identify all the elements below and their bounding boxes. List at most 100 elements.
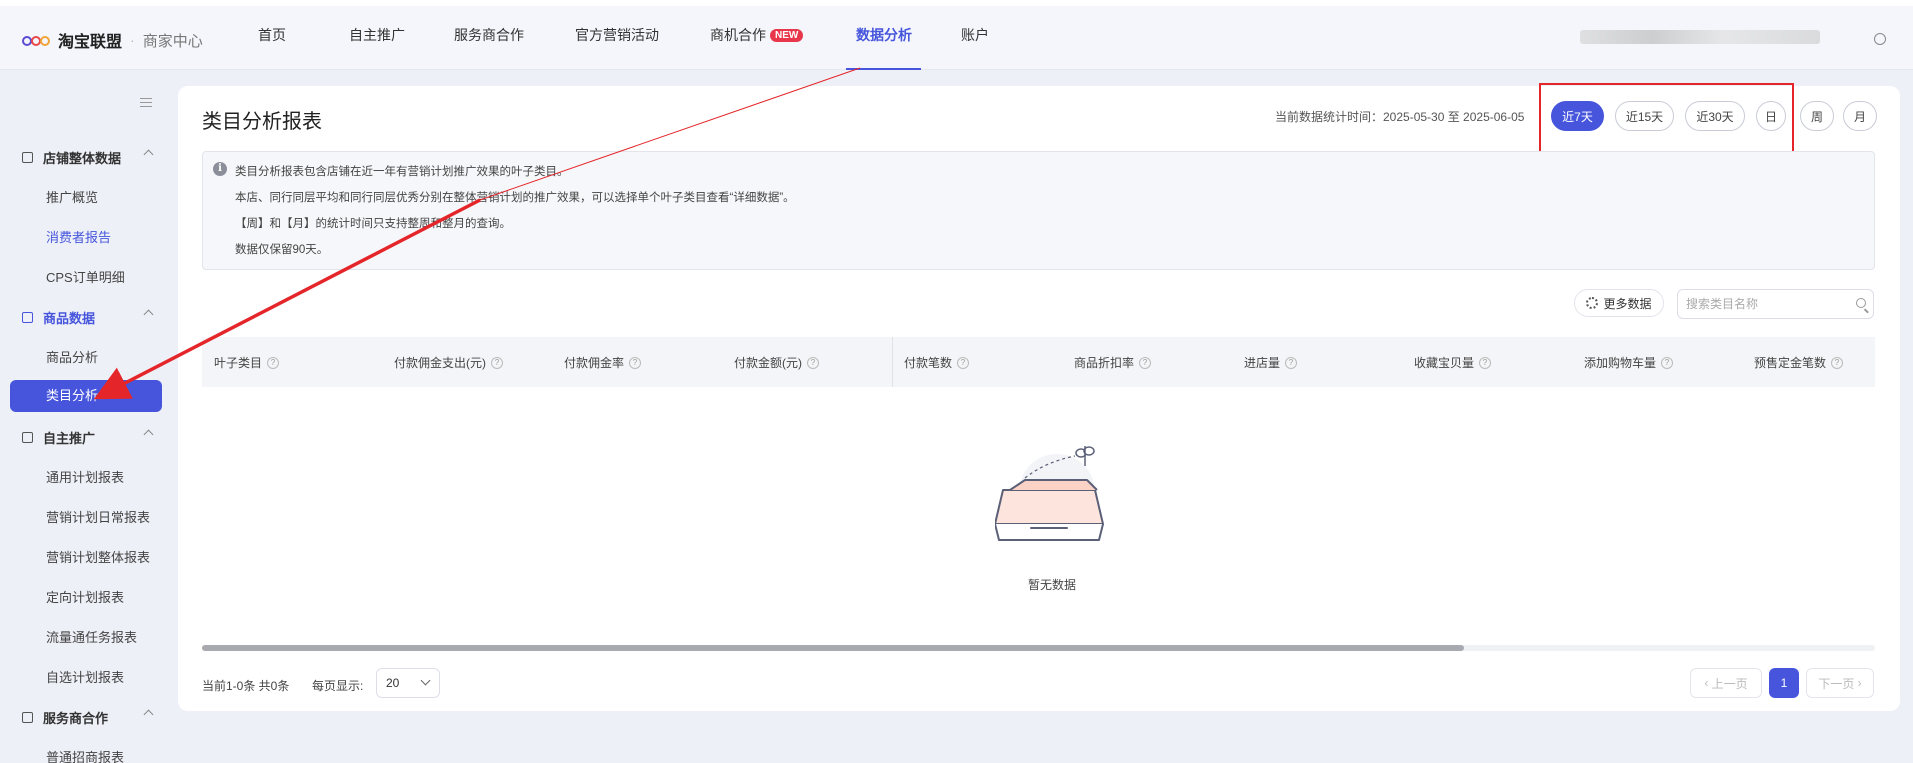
chevron-right-icon: ›	[1854, 676, 1862, 690]
more-data-button[interactable]: 更多数据	[1574, 289, 1664, 317]
column-header-label: 付款佣金支出(元)	[394, 356, 486, 370]
nav-service-partner-label: 服务商合作	[454, 27, 524, 43]
column-header[interactable]: 叶子类目?	[214, 354, 280, 371]
sidebar-item-traffic-task[interactable]: 流量通任务报表	[46, 627, 137, 646]
sidebar-item-recruit-report[interactable]: 普通招商报表	[46, 747, 124, 763]
fixed-column-divider	[892, 337, 893, 387]
search-icon[interactable]	[1856, 298, 1866, 308]
column-header[interactable]: 付款笔数?	[904, 354, 970, 371]
next-page-button[interactable]: 下一页 ›	[1806, 668, 1874, 698]
user-info-redacted[interactable]	[1580, 30, 1820, 44]
store-data-icon	[22, 152, 33, 163]
column-header[interactable]: 收藏宝贝量?	[1414, 354, 1492, 371]
new-badge: NEW	[770, 28, 804, 42]
sidebar-item-targeted-plan[interactable]: 定向计划报表	[46, 587, 124, 606]
column-header[interactable]: 付款金额(元)?	[734, 354, 819, 371]
range-week-button[interactable]: 周	[1800, 101, 1834, 131]
chevron-up-icon	[143, 149, 154, 160]
nav-business-opportunity-label: 商机合作	[710, 27, 766, 43]
nav-data-analysis[interactable]: 数据分析	[846, 0, 921, 70]
help-icon[interactable]: ?	[1479, 356, 1492, 369]
sidebar-item-campaign-daily[interactable]: 营销计划日常报表	[46, 507, 150, 526]
column-header-label: 收藏宝贝量	[1414, 356, 1475, 370]
sidebar-group-service-partner[interactable]: 服务商合作	[22, 708, 154, 727]
help-icon[interactable]: ?	[1285, 356, 1298, 369]
help-icon[interactable]: ?	[1661, 356, 1674, 369]
column-header-label: 商品折扣率	[1074, 356, 1135, 370]
column-header[interactable]: 商品折扣率?	[1074, 354, 1152, 371]
promotion-icon	[22, 432, 33, 443]
nav-self-promotion-label: 自主推广	[349, 27, 405, 43]
alimama-logo-icon	[22, 33, 52, 47]
sidebar-item-product-analysis[interactable]: 商品分析	[46, 347, 98, 366]
pagination-info: 当前1-0条 共0条	[202, 679, 290, 693]
menu-collapse-icon[interactable]	[140, 98, 152, 107]
main-nav: 首页 自主推广 服务商合作 官方营销活动 商机合作 NEW 数据分析 账户	[258, 0, 1041, 70]
sidebar-group-store-data[interactable]: 店铺整体数据	[22, 148, 154, 167]
empty-box-illustration	[995, 446, 1104, 541]
column-header[interactable]: 付款佣金支出(元)?	[394, 354, 503, 371]
page-number-1[interactable]: 1	[1769, 668, 1799, 698]
sidebar-group-label: 服务商合作	[43, 711, 109, 726]
help-icon[interactable]: ?	[629, 356, 642, 369]
user-menu-icon[interactable]	[1874, 33, 1886, 45]
column-header[interactable]: 进店量?	[1244, 354, 1298, 371]
sidebar-item-custom-plan[interactable]: 自选计划报表	[46, 667, 124, 686]
help-icon[interactable]: ?	[957, 356, 970, 369]
sidebar-item-category-analysis[interactable]: 类目分析	[10, 380, 162, 412]
gear-icon	[1586, 297, 1599, 309]
sidebar-group-label: 商品数据	[43, 311, 96, 326]
sidebar-item-cps-orders[interactable]: CPS订单明细	[46, 267, 125, 286]
horizontal-scrollbar-thumb[interactable]	[202, 645, 1464, 651]
category-search-input[interactable]	[1677, 289, 1874, 319]
column-header[interactable]: 付款佣金率?	[564, 354, 642, 371]
logo-text: 淘宝联盟	[58, 34, 123, 51]
notice-line: 类目分析报表包含店铺在近一年有营销计划推广效果的叶子类目。	[235, 166, 569, 178]
logo[interactable]: 淘宝联盟 · 商家中心	[22, 28, 203, 52]
page-size-select[interactable]: 20	[376, 668, 440, 698]
nav-account-label: 账户	[961, 27, 989, 43]
nav-service-partner[interactable]: 服务商合作	[454, 0, 525, 70]
nav-business-opportunity[interactable]: 商机合作 NEW	[710, 0, 806, 70]
help-icon[interactable]: ?	[1139, 356, 1152, 369]
nav-account[interactable]: 账户	[961, 0, 991, 70]
help-icon[interactable]: ?	[807, 356, 819, 369]
prev-page-button[interactable]: ‹ 上一页	[1690, 668, 1762, 698]
sidebar-group-self-promotion[interactable]: 自主推广	[22, 428, 154, 447]
chevron-up-icon	[143, 709, 154, 720]
info-notice: i 类目分析报表包含店铺在近一年有营销计划推广效果的叶子类目。 本店、同行同层平…	[202, 151, 1875, 270]
page-size-label: 每页显示:	[312, 679, 364, 693]
sidebar-item-general-plan[interactable]: 通用计划报表	[46, 467, 124, 486]
help-icon[interactable]: ?	[267, 356, 280, 369]
chevron-up-icon	[143, 429, 154, 440]
help-icon[interactable]: ?	[1831, 356, 1844, 369]
bag-icon	[22, 312, 33, 323]
prev-page-label: 上一页	[1711, 676, 1748, 691]
nav-home-label: 首页	[258, 27, 286, 43]
sidebar-item-overview[interactable]: 推广概览	[46, 187, 98, 206]
page-size-value: 20	[386, 676, 400, 690]
column-header-label: 叶子类目	[214, 356, 263, 370]
help-icon[interactable]: ?	[491, 356, 503, 369]
sidebar-item-consumer-report[interactable]: 消费者报告	[46, 227, 111, 246]
stat-time-range: 当前数据统计时间：2025-05-30 至 2025-06-05	[1275, 110, 1525, 124]
service-icon	[22, 712, 33, 723]
nav-home[interactable]: 首页	[258, 0, 299, 70]
column-header-label: 预售定金笔数	[1754, 356, 1827, 370]
column-header-label: 添加购物车量	[1584, 356, 1657, 370]
sidebar-item-campaign-overall[interactable]: 营销计划整体报表	[46, 547, 150, 566]
chevron-down-icon	[420, 675, 431, 686]
next-page-label: 下一页	[1818, 676, 1855, 691]
sidebar-group-product-data[interactable]: 商品数据	[22, 308, 154, 327]
nav-self-promotion[interactable]: 自主推广	[349, 0, 405, 70]
range-month-button[interactable]: 月	[1843, 101, 1877, 131]
column-header[interactable]: 添加购物车量?	[1584, 354, 1674, 371]
info-icon: i	[213, 162, 227, 176]
chevron-up-icon	[143, 309, 154, 320]
logo-subtitle: 商家中心	[142, 32, 203, 50]
logo-separator: ·	[130, 32, 135, 48]
sidebar-group-label: 店铺整体数据	[43, 151, 122, 166]
nav-official-campaigns[interactable]: 官方营销活动	[575, 0, 660, 70]
column-header-label: 付款金额(元)	[734, 356, 802, 370]
column-header[interactable]: 预售定金笔数?	[1754, 354, 1844, 371]
